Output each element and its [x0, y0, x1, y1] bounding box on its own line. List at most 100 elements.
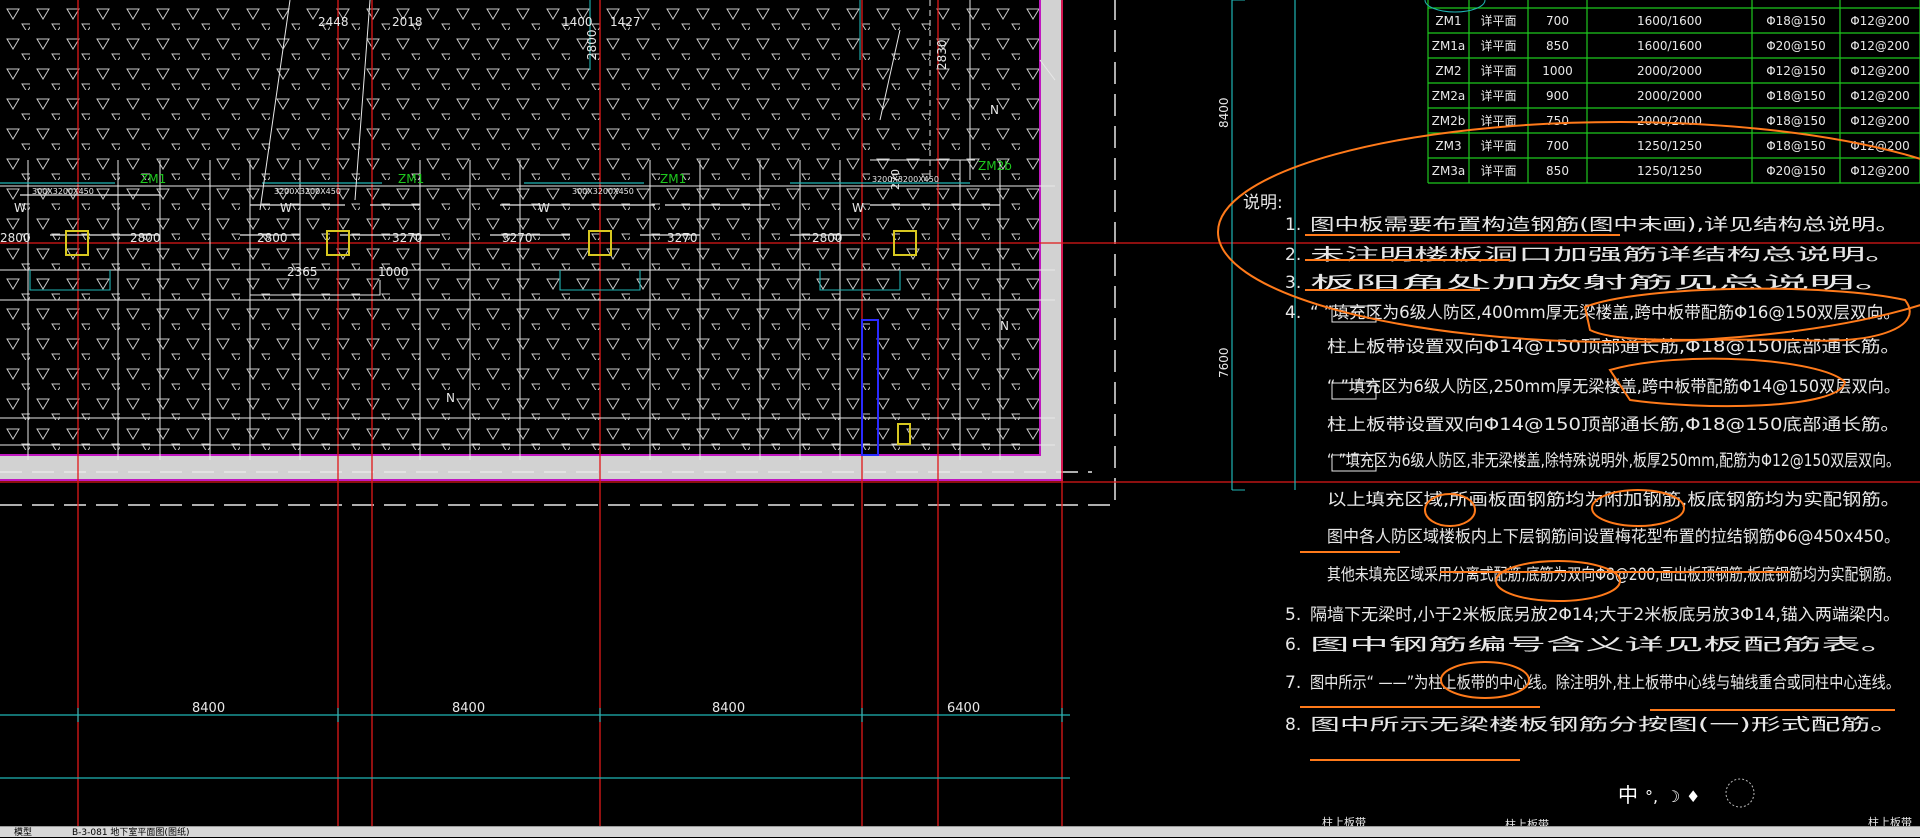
table-cell: 详平面: [1480, 88, 1516, 103]
dimension-label: 2800: [130, 231, 161, 245]
dimension-label: 2448: [318, 15, 349, 29]
table-cell: Φ12@200: [1850, 164, 1910, 178]
notes-title: 说明:: [1243, 193, 1283, 213]
dimension-label: 2800: [257, 231, 288, 245]
zone-label: ZM2b: [978, 159, 1012, 173]
note-text: “ ”填充区为6级人防区,非无梁楼盖,除特殊说明外,板厚250mm,配筋为Φ12…: [1327, 451, 1900, 470]
model-tab[interactable]: 模型: [14, 825, 32, 838]
table-cell: 2000/2000: [1637, 89, 1702, 103]
table-cell: Φ12@200: [1850, 139, 1910, 153]
table-cell: 2000/2000: [1637, 64, 1702, 78]
table-cell: Φ12@200: [1850, 64, 1910, 78]
table-cell: Φ12@200: [1850, 114, 1910, 128]
table-cell: Φ12@150: [1766, 64, 1826, 78]
beam-label: 3200X3200X450: [274, 187, 341, 196]
ime-mode-icon: 中: [1618, 783, 1638, 807]
note-text: 图中所示无梁楼板钢筋分按图(一)形式配筋。: [1310, 715, 1900, 734]
dimension-label: 7600: [1217, 347, 1231, 378]
zone-label: ZM1: [660, 172, 686, 186]
note-text: “ ”填充区为6级人防区,400mm厚无梁楼盖,跨中板带配筋Φ16@150双层双…: [1310, 303, 1900, 322]
ime-toolbar[interactable]: 中 °, ☽ ♦: [1618, 778, 1755, 808]
punct-icon: °,: [1645, 787, 1658, 806]
table-cell: Φ12@200: [1850, 14, 1910, 28]
rebar-label: N: [446, 391, 455, 405]
cad-canvas[interactable]: 8400 8400 8400 6400 2448 2018 1400 1427 8400 7600…: [0, 0, 1920, 836]
table-cell: 1600/1600: [1637, 39, 1702, 53]
note-text: 其他未填充区域采用分离式配筋,底筋为双向Φ8@200,画出板顶钢筋,板底钢筋均为…: [1327, 565, 1900, 584]
beam-label: 3200X3200X450: [872, 175, 939, 184]
dimension-label: 1400: [562, 15, 593, 29]
table-cell: Φ20@150: [1766, 164, 1826, 178]
table-cell: ZM1a: [1432, 39, 1466, 53]
rebar-label: W: [538, 201, 550, 215]
dimension-label: 8400: [452, 701, 485, 716]
dimension-label: 2800: [812, 231, 843, 245]
note-text: 未注明楼板洞口加强筋详结构总说明。: [1310, 245, 1900, 264]
note-number: 5.: [1285, 605, 1301, 625]
table-cell: 700: [1546, 14, 1569, 28]
dimension-label: 8400: [712, 701, 745, 716]
table-cell: ZM2a: [1432, 89, 1466, 103]
rebar-label: N: [990, 103, 999, 117]
beam-label: 300X3200X450: [572, 187, 634, 196]
note-text: 隔墙下无梁时,小于2米板底另放2Φ14;大于2米板底另放3Φ14,锚入两端梁内。: [1310, 605, 1900, 624]
shirt-icon: ♦: [1686, 787, 1700, 806]
beam-label: 300X3200X450: [32, 187, 94, 196]
table-cell: ZM3a: [1432, 164, 1466, 178]
dimension-label: 2800: [0, 231, 31, 245]
file-tab[interactable]: B-3-081 地下室平面图(图纸): [72, 825, 189, 838]
rebar-label: N: [1000, 319, 1009, 333]
dimension-label: 3270: [392, 231, 423, 245]
table-cell: Φ20@150: [1766, 39, 1826, 53]
table-cell: 详平面: [1480, 63, 1516, 78]
note-number: 7.: [1285, 673, 1301, 693]
table-cell: 1000: [1542, 64, 1573, 78]
note-number: 3.: [1285, 273, 1301, 293]
table-cell: 850: [1546, 39, 1569, 53]
table-cell: ZM3: [1435, 139, 1461, 153]
note-text: 图中所示“ ——”为柱上板带的中心线。除注明外,柱上板带中心线与轴线重合或同柱中…: [1310, 673, 1900, 692]
table-cell: 详平面: [1480, 13, 1516, 28]
dimension-label: 3270: [502, 231, 533, 245]
table-cell: 850: [1546, 164, 1569, 178]
zone-label: ZM1: [140, 172, 166, 186]
table-cell: 1250/1250: [1637, 164, 1702, 178]
table-cell: ZM2: [1435, 64, 1461, 78]
dimension-label: 2800: [585, 29, 599, 60]
status-bar: 模型 B-3-081 地下室平面图(图纸): [0, 825, 1920, 838]
rebar-label: W: [14, 201, 26, 215]
table-cell: 详平面: [1480, 163, 1516, 178]
table-cell: 1250/1250: [1637, 139, 1702, 153]
note-number: 1.: [1285, 215, 1301, 235]
moon-icon: ☽: [1666, 787, 1680, 806]
rebar-label: W: [852, 201, 864, 215]
table-cell: Φ12@200: [1850, 39, 1910, 53]
rebar-label: W: [280, 201, 292, 215]
table-cell: Φ18@150: [1766, 14, 1826, 28]
dimension-label: 2018: [392, 15, 423, 29]
table-cell: Φ18@150: [1766, 114, 1826, 128]
note-text: 图中钢筋编号含义详见板配筋表。: [1310, 635, 1900, 654]
note-number: 2.: [1285, 245, 1301, 265]
column-table: ZM1 详平面 700 1600/1600 Φ18@150 Φ12@200 ZM1a 详平面 8…: [1424, 0, 1920, 184]
dimension-label: 3270: [667, 231, 698, 245]
dimension-label: 2365: [287, 265, 318, 279]
table-cell: Φ18@150: [1766, 139, 1826, 153]
note-text: 图中各人防区域楼板内上下层钢筋间设置梅花型布置的拉结钢筋Φ6@450x450。: [1327, 527, 1900, 546]
table-cell: 详平面: [1480, 38, 1516, 53]
table-cell: 700: [1546, 139, 1569, 153]
dimension-label: 8400: [192, 701, 225, 716]
note-text: “ ”填充区为6级人防区,250mm厚无梁楼盖,跨中板带配筋Φ14@150双层双…: [1327, 377, 1900, 396]
table-cell: Φ18@150: [1766, 89, 1826, 103]
zone-label: ZM1: [398, 172, 424, 186]
note-text: 柱上板带设置双向Φ14@150顶部通长筋,Φ18@150底部通长筋。: [1327, 415, 1900, 434]
dimension-label: 1000: [378, 265, 409, 279]
dimension-label: 8400: [1217, 97, 1231, 128]
note-number: 6.: [1285, 635, 1301, 655]
table-cell: Φ12@200: [1850, 89, 1910, 103]
dimension-label: 1427: [610, 15, 641, 29]
table-cell: 750: [1546, 114, 1569, 128]
table-cell: ZM1: [1435, 14, 1461, 28]
note-number: 8.: [1285, 715, 1301, 735]
table-cell: 详平面: [1480, 138, 1516, 153]
